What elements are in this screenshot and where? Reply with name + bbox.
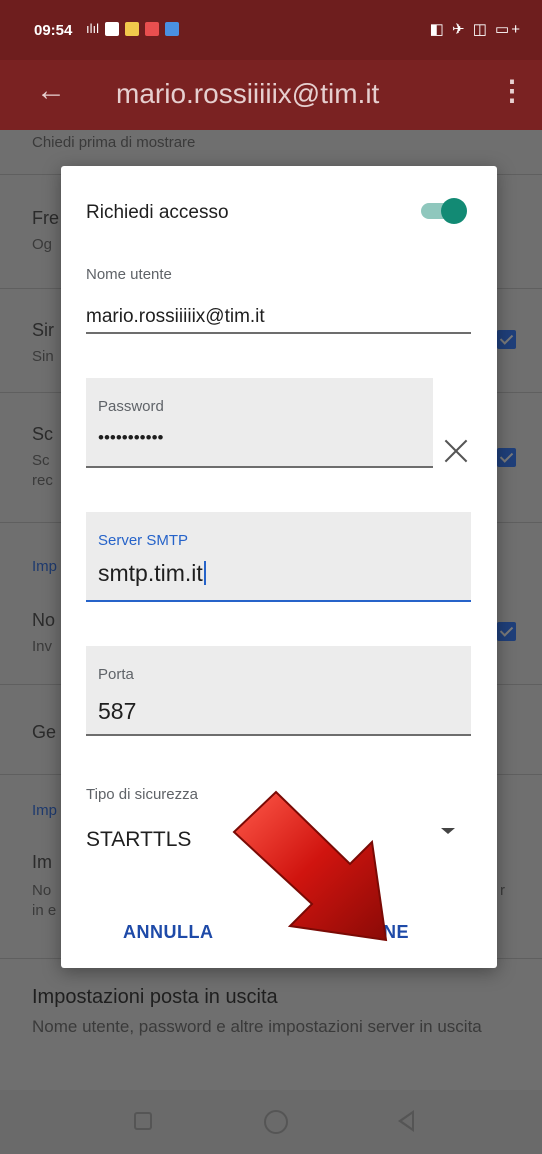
port-field-box[interactable] [86, 646, 471, 736]
smtp-server-underline [86, 600, 471, 602]
status-bar: 09:54 ılıl ◧ ✈ ◫ ▭+ [0, 0, 542, 60]
setting-subtitle: Og [32, 236, 53, 253]
smtp-server-label: Server SMTP [98, 532, 189, 549]
setting-title: Im [32, 852, 52, 872]
password-field-box[interactable] [86, 378, 433, 468]
setting-subtitle: Sin [32, 348, 54, 365]
checkbox-checked[interactable] [497, 622, 516, 641]
smtp-server-input[interactable]: smtp.tim.it [98, 560, 206, 587]
checkbox-checked[interactable] [497, 330, 516, 349]
signal-icon: ılıl [86, 21, 99, 36]
port-underline [86, 734, 471, 736]
app-bar: ← mario.rossiiiiix@tim.it ⋮ [0, 60, 542, 130]
clear-icon[interactable] [441, 436, 471, 466]
dropdown-arrow-icon[interactable] [441, 828, 455, 834]
port-field[interactable]: 587 [98, 698, 136, 725]
toggle-thumb [441, 198, 467, 224]
back-arrow-icon[interactable]: ← [36, 74, 66, 108]
app-icon-star [125, 21, 139, 36]
more-options-icon[interactable]: ⋮ [498, 74, 526, 107]
checkbox-checked[interactable] [497, 448, 516, 467]
setting-subtitle: Sc [32, 452, 50, 469]
username-label: Nome utente [86, 266, 172, 283]
app-icon-blue [165, 21, 179, 36]
status-time: 09:54 [34, 22, 73, 39]
cancel-button[interactable]: ANNULLA [123, 922, 214, 943]
setting-title: Sir [32, 320, 54, 340]
password-label: Password [98, 398, 164, 415]
security-type-dropdown[interactable]: STARTTLS [86, 828, 191, 852]
account-title: mario.rossiiiiix@tim.it [116, 78, 380, 109]
setting-subtitle: Inv [32, 638, 53, 655]
username-underline [86, 332, 471, 334]
setting-title: Ge [32, 722, 57, 742]
navigation-bar [0, 1090, 542, 1154]
password-field[interactable]: ••••••••••• [98, 428, 163, 448]
port-label: Porta [98, 666, 134, 683]
request-access-label: Richiedi accesso [86, 202, 229, 223]
recents-icon[interactable] [134, 1112, 152, 1130]
setting-subtitle-tail: r [500, 882, 505, 899]
setting-title: Fre [32, 208, 59, 228]
setting-subtitle: in e [32, 902, 57, 919]
app-icon-play [105, 21, 119, 36]
setting-title: Sc [32, 424, 54, 444]
text-cursor [203, 561, 206, 585]
setting-title: No [32, 610, 56, 630]
smtp-server-field-box[interactable] [86, 512, 471, 602]
username-field[interactable]: mario.rossiiiiix@tim.it [86, 306, 265, 328]
setting-subtitle: Chiedi prima di mostrare [32, 134, 196, 151]
password-underline [86, 466, 433, 468]
security-type-label: Tipo di sicurezza [86, 786, 198, 803]
setting-subtitle: rec [32, 472, 53, 489]
outgoing-settings-title[interactable]: Impostazioni posta in uscita [32, 986, 278, 1009]
system-status-icons: ◧ ✈ ◫ ▭+ [429, 21, 522, 38]
red-arrow-annotation-icon [232, 790, 388, 942]
notification-icons: ılıl [86, 21, 179, 36]
back-icon[interactable] [398, 1110, 414, 1132]
section-header: Imp [32, 558, 58, 575]
section-header: Imp [32, 802, 58, 819]
home-icon[interactable] [264, 1110, 288, 1134]
setting-subtitle: No [32, 882, 52, 899]
smtp-server-value: smtp.tim.it [98, 560, 203, 586]
outgoing-settings-subtitle: Nome utente, password e altre impostazio… [32, 1017, 482, 1036]
app-icon-mail [145, 21, 159, 36]
request-access-toggle[interactable] [419, 198, 467, 224]
